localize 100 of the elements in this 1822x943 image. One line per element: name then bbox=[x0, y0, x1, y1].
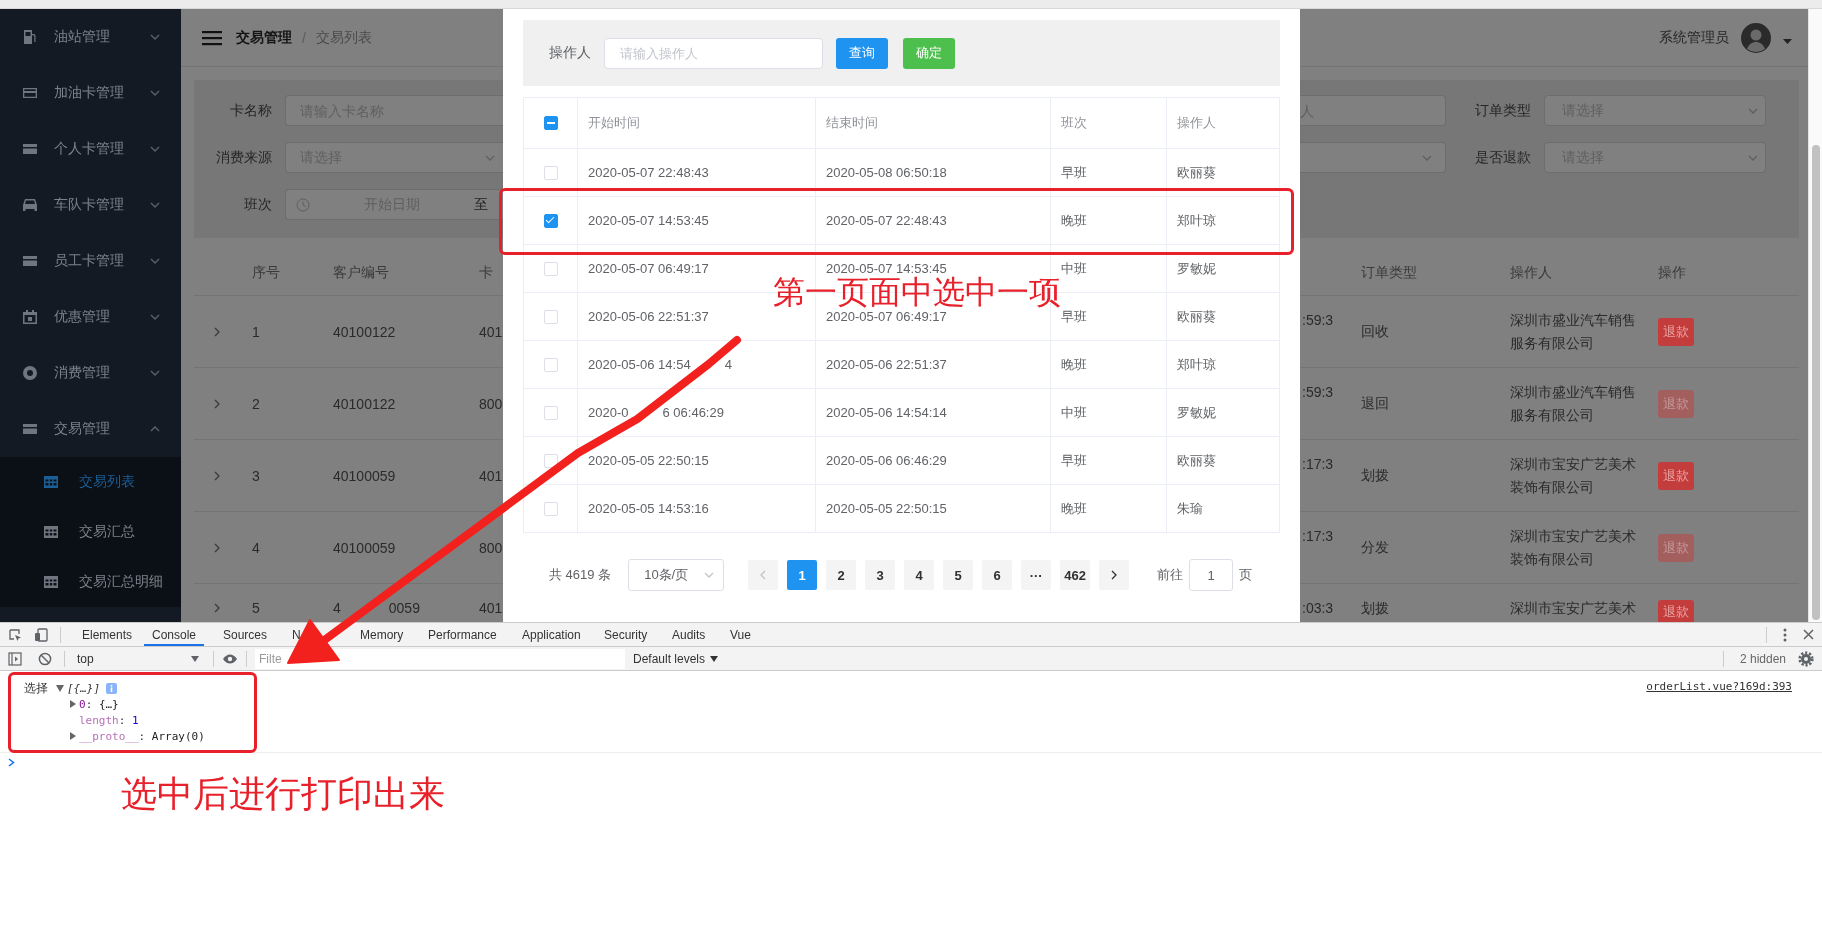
caret-icon[interactable] bbox=[56, 684, 64, 692]
devtools-tab[interactable]: Security bbox=[604, 623, 648, 646]
inspect-icon[interactable] bbox=[8, 627, 22, 642]
devtools-tab[interactable]: Performance bbox=[428, 623, 497, 646]
table-cell: 4 bbox=[724, 357, 732, 372]
menu-item[interactable]: 车队卡管理 bbox=[0, 177, 181, 233]
menu-item[interactable]: 消费管理 bbox=[0, 345, 181, 401]
checkbox[interactable] bbox=[543, 116, 558, 130]
table-cell: 罗敏妮 bbox=[1177, 259, 1216, 278]
table-cell: 40100122 bbox=[333, 323, 396, 340]
menu-item[interactable]: 员工卡管理 bbox=[0, 233, 181, 289]
eye-icon[interactable] bbox=[222, 653, 238, 664]
table-cell: 2020-05-07 14:53:45 bbox=[826, 261, 947, 276]
submenu-item[interactable]: 交易列表 bbox=[0, 457, 181, 507]
page-button[interactable]: 4 bbox=[904, 560, 935, 590]
devtools-tab[interactable]: Audits bbox=[672, 623, 706, 646]
table-cell: 401 bbox=[479, 600, 503, 616]
table-cell: 中班 bbox=[1061, 403, 1087, 422]
checkbox[interactable] bbox=[543, 213, 558, 228]
scrollbar[interactable] bbox=[1812, 145, 1820, 620]
device-icon[interactable] bbox=[34, 627, 48, 642]
calendar-icon bbox=[22, 309, 38, 325]
table-cell: 40100059 bbox=[333, 539, 396, 556]
table-cell: 2020-05-06 14:54:14 bbox=[826, 405, 947, 420]
caret-icon[interactable] bbox=[70, 732, 76, 740]
levels-dropdown[interactable]: Default levels bbox=[633, 651, 719, 666]
caret-icon[interactable] bbox=[70, 700, 76, 708]
select-field[interactable] bbox=[1300, 142, 1446, 173]
caret-icon bbox=[710, 655, 719, 662]
more-icon[interactable] bbox=[1783, 627, 1787, 642]
devtools-tab[interactable]: Application bbox=[522, 623, 581, 646]
menu-item[interactable]: 优惠管理 bbox=[0, 289, 181, 345]
refund-button[interactable]: 退款 bbox=[1658, 461, 1694, 490]
devtools-tab[interactable]: Elements bbox=[82, 623, 133, 646]
next-page-button[interactable] bbox=[1099, 560, 1130, 590]
page-number-field[interactable]: 1 bbox=[1189, 559, 1234, 591]
table-cell: 800 bbox=[479, 395, 503, 412]
submenu-item[interactable]: 交易汇总明细 bbox=[0, 557, 181, 607]
property-line[interactable]: length: 1 bbox=[79, 713, 139, 727]
sidebar-icon[interactable] bbox=[8, 651, 22, 666]
close-icon[interactable] bbox=[1803, 629, 1814, 640]
card-icon bbox=[22, 85, 38, 101]
table-cell: 800 bbox=[479, 539, 503, 556]
source-link[interactable]: orderList.vue?169d:393 bbox=[1646, 680, 1792, 744]
refund-button[interactable]: 退款 bbox=[1658, 317, 1694, 346]
filter-field[interactable]: Filte bbox=[255, 648, 625, 669]
table-cell: 6 06:46:29 bbox=[662, 405, 724, 420]
menu-item[interactable]: 个人卡管理 bbox=[0, 121, 181, 177]
user-name[interactable]: 系统管理员 bbox=[1659, 28, 1729, 47]
page-button[interactable]: 2 bbox=[826, 560, 857, 590]
submenu-item[interactable]: 交易汇总 bbox=[0, 507, 181, 557]
page-button[interactable]: 1 bbox=[787, 560, 818, 590]
field-label: 操作人 bbox=[549, 44, 591, 62]
table-cell: 中班 bbox=[1061, 259, 1087, 278]
menu-item[interactable]: 交易管理 bbox=[0, 401, 181, 457]
table-cell: 罗敏妮 bbox=[1177, 403, 1216, 422]
avatar-icon[interactable] bbox=[1741, 22, 1771, 53]
menu-icon[interactable] bbox=[202, 29, 222, 46]
prompt-icon bbox=[8, 758, 15, 767]
table-cell: :17:3 bbox=[1302, 456, 1334, 472]
fuel-pump-icon bbox=[22, 29, 38, 45]
search-button[interactable]: 查询 bbox=[836, 37, 888, 69]
property-line[interactable]: 0: {…} bbox=[79, 697, 119, 711]
devtools-tab[interactable]: N bbox=[292, 623, 301, 646]
settings-icon[interactable] bbox=[1798, 650, 1814, 667]
devtools-tab[interactable]: Sources bbox=[223, 623, 268, 646]
column-header: 结束时间 bbox=[826, 114, 878, 132]
table-cell: 早班 bbox=[1061, 163, 1087, 182]
context-select[interactable]: top bbox=[73, 648, 205, 669]
field-label: 订单类型 bbox=[1475, 101, 1531, 120]
page-button[interactable]: ··· bbox=[1021, 560, 1052, 590]
column-header: 操作 bbox=[1658, 263, 1686, 280]
table-cell: 划拨 bbox=[1361, 600, 1389, 616]
table-cell: 2020-05-07 14:53:45 bbox=[588, 213, 709, 228]
hidden-count: 2 hidden bbox=[1739, 651, 1786, 666]
table-cell: 深圳市盛业汽车销售服务有限公司 bbox=[1510, 311, 1636, 351]
table-cell: 2020-05-07 22:48:43 bbox=[588, 165, 709, 180]
page-button[interactable]: 5 bbox=[943, 560, 974, 590]
caret-icon bbox=[191, 655, 199, 662]
menu-item[interactable]: 加油卡管理 bbox=[0, 65, 181, 121]
table-cell: 晚班 bbox=[1061, 499, 1087, 518]
menu-item[interactable]: 油站管理 bbox=[0, 9, 181, 65]
caret-icon[interactable] bbox=[1783, 39, 1792, 44]
table-cell: 回收 bbox=[1361, 322, 1389, 339]
devtools-tab[interactable]: Vue bbox=[730, 623, 751, 646]
block-icon[interactable] bbox=[38, 651, 52, 666]
refund-button[interactable]: 退款 bbox=[1658, 600, 1694, 622]
table-cell: 分发 bbox=[1361, 538, 1389, 555]
breadcrumb-item[interactable]: 交易管理 bbox=[236, 28, 292, 47]
page-button[interactable]: 6 bbox=[982, 560, 1013, 590]
page-button[interactable]: 3 bbox=[865, 560, 896, 590]
page-button[interactable]: 462 bbox=[1060, 560, 1091, 590]
annotation-text: 选中后进行打印出来 bbox=[121, 776, 445, 812]
table-cell: 欧丽葵 bbox=[1177, 307, 1216, 326]
jump-unit: 页 bbox=[1239, 566, 1253, 584]
table-cell: 2020-05-05 22:50:15 bbox=[588, 453, 709, 468]
devtools-tab[interactable]: Memory bbox=[360, 623, 404, 646]
page-size-select[interactable]: 10条/页 bbox=[628, 559, 725, 591]
property-line[interactable]: __proto__: Array(0) bbox=[79, 729, 205, 743]
grid-icon bbox=[43, 524, 59, 540]
